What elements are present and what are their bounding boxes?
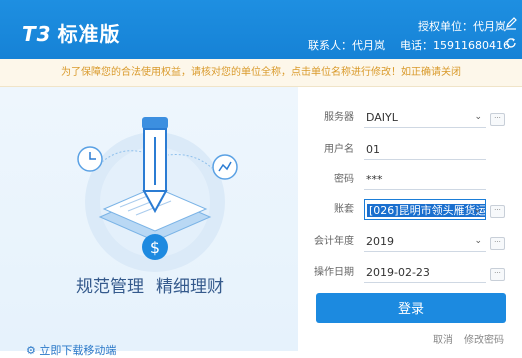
server-label: 服务器 — [324, 112, 354, 123]
date-input[interactable]: 2019-02-23 — [364, 262, 486, 283]
user-row: 用户名 01 — [298, 139, 522, 161]
logo-t3: T3 — [22, 22, 52, 46]
chevron-down-icon: ⌄ — [473, 205, 481, 215]
login-form: 服务器 DAIYL ⌄ ··· 用户名 01 密码 *** 账套 [026]昆明… — [298, 87, 522, 351]
logo-text: 标准版 — [57, 22, 121, 46]
download-mobile-link[interactable]: ⚙ 立即下载移动端 — [26, 342, 116, 358]
account-row: 账套 [026]昆明市领头雁货运 ⌄ ··· — [298, 199, 522, 221]
account-label: 账套 — [334, 204, 354, 215]
slogan-right: 精细理财 — [156, 277, 224, 297]
server-select[interactable]: DAIYL ⌄ — [364, 107, 486, 128]
slogan-left: 规范管理 — [76, 277, 144, 297]
username-input[interactable]: 01 — [364, 139, 486, 160]
header-bar: T3 标准版 授权单位：代月岚 联系人：代月岚 电话：15911680416 — [0, 0, 522, 59]
user-label: 用户名 — [324, 144, 354, 155]
password-label: 密码 — [334, 174, 354, 185]
date-label: 操作日期 — [314, 267, 354, 278]
year-label: 会计年度 — [314, 236, 354, 247]
slogan: 规范管理 精细理财 — [76, 272, 236, 297]
refresh-icon[interactable] — [505, 37, 517, 49]
year-more-button[interactable]: ··· — [490, 237, 505, 250]
date-picker-button[interactable]: ··· — [490, 268, 505, 281]
chevron-down-icon: ⌄ — [474, 236, 482, 246]
app-logo: T3 标准版 — [22, 18, 121, 47]
password-row: 密码 *** — [298, 169, 522, 191]
server-row: 服务器 DAIYL ⌄ ··· — [298, 107, 522, 129]
edit-icon[interactable] — [504, 16, 518, 30]
change-password-link[interactable]: 修改密码 — [464, 331, 504, 346]
finance-illustration: $ — [77, 117, 238, 272]
login-button[interactable]: 登录 — [316, 293, 506, 323]
illustration-panel: $ 规范管理 精细理财 ⚙ 立即下载移动端 — [0, 87, 298, 357]
server-more-button[interactable]: ··· — [490, 113, 505, 126]
password-input[interactable]: *** — [364, 169, 486, 190]
auth-unit-link[interactable]: 授权单位：代月岚 — [418, 18, 506, 34]
contact-person: 联系人：代月岚 — [308, 39, 385, 52]
cancel-link[interactable]: 取消 — [433, 331, 453, 346]
svg-text:$: $ — [150, 238, 160, 257]
year-row: 会计年度 2019 ⌄ ··· — [298, 231, 522, 253]
contact-phone: 电话：15911680416 — [400, 39, 510, 52]
chevron-down-icon: ⌄ — [474, 112, 482, 122]
notice-banner[interactable]: 为了保障您的合法使用权益，请核对您的单位全称，点击单位名称进行修改！如正确请关闭 — [0, 59, 522, 87]
account-more-button[interactable]: ··· — [490, 205, 505, 218]
year-select[interactable]: 2019 ⌄ — [364, 231, 486, 252]
account-select[interactable]: [026]昆明市领头雁货运 ⌄ — [364, 199, 486, 220]
date-row: 操作日期 2019-02-23 ··· — [298, 262, 522, 284]
